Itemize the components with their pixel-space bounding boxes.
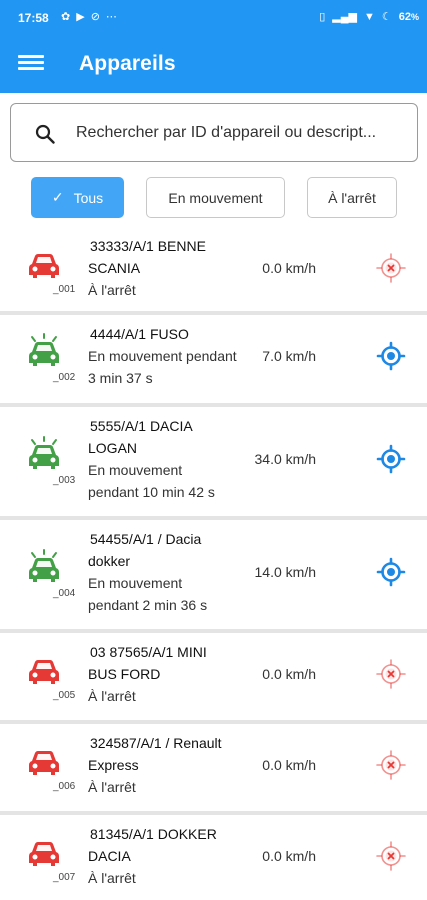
device-name-line: 33333/A/1 BENNE bbox=[90, 238, 206, 254]
filter-chip-stopped[interactable]: À l'arrêt bbox=[307, 177, 397, 218]
filter-chip-moving-label: En mouvement bbox=[168, 189, 263, 206]
device-status: À l'arrêt bbox=[88, 867, 260, 889]
device-row[interactable]: _006 324587/A/1 / Renault Express À l'arrêt… bbox=[0, 724, 427, 813]
play-notification-icon: ▶ bbox=[76, 11, 85, 23]
device-status-line: À l'arrêt bbox=[88, 870, 136, 886]
blocked-notification-icon: ⊘ bbox=[90, 11, 100, 23]
signal-icon: ▂▄▆ bbox=[332, 11, 357, 23]
device-status-line: À l'arrêt bbox=[88, 282, 136, 298]
device-speed: 0.0 km/h bbox=[262, 757, 316, 773]
device-row[interactable]: _002 4444/A/1 FUSO En mouvement pendant 3 m… bbox=[0, 315, 427, 405]
notification-icons: ✿ ▶ ⊘ ⋯ bbox=[61, 10, 117, 23]
locate-target-icon[interactable] bbox=[374, 339, 408, 373]
filter-chip-all[interactable]: ✓ Tous bbox=[31, 177, 124, 218]
device-status: À l'arrêt bbox=[88, 685, 260, 707]
hamburger-menu-icon[interactable] bbox=[18, 52, 44, 76]
device-row[interactable]: _007 81345/A/1 DOKKER DACIA À l'arrêt 0.0 km… bbox=[0, 815, 427, 900]
do-not-disturb-icon: ☾ bbox=[381, 11, 392, 23]
device-name-line: 5555/A/1 DACIA bbox=[90, 418, 193, 434]
stopped-car-icon bbox=[24, 650, 64, 690]
device-row[interactable]: _001 33333/A/1 BENNE SCANIA À l'arrêt 0.0 km… bbox=[0, 227, 427, 313]
system-icons: ▯ ▂▄▆ ▼ ☾ 62% bbox=[319, 10, 419, 24]
moving-car-icon bbox=[24, 332, 64, 372]
device-status-line: 3 min 37 s bbox=[88, 370, 153, 386]
stopped-car-icon bbox=[24, 244, 64, 284]
device-id: _005 bbox=[53, 690, 76, 701]
wifi-icon: ▼ bbox=[363, 10, 375, 23]
stopped-car-icon bbox=[24, 832, 64, 872]
moving-car-icon bbox=[24, 548, 64, 588]
device-speed: 0.0 km/h bbox=[262, 848, 316, 864]
stopped-car-icon bbox=[24, 741, 64, 781]
device-status-line: À l'arrêt bbox=[88, 779, 136, 795]
location-off-icon[interactable] bbox=[374, 657, 408, 691]
locate-target-icon[interactable] bbox=[374, 442, 408, 476]
device-id: _006 bbox=[53, 781, 76, 792]
search-icon bbox=[35, 124, 55, 144]
search-input[interactable] bbox=[76, 114, 416, 152]
location-off-icon[interactable] bbox=[374, 251, 408, 285]
device-name-line: 4444/A/1 FUSO bbox=[90, 326, 189, 342]
check-icon: ✓ bbox=[51, 189, 64, 205]
page-title: Appareils bbox=[79, 52, 176, 75]
location-off-icon[interactable] bbox=[374, 748, 408, 782]
device-speed: 14.0 km/h bbox=[254, 564, 316, 580]
battery-level: 62% bbox=[398, 10, 419, 23]
device-row[interactable]: _003 5555/A/1 DACIA LOGAN En mouvement penda… bbox=[0, 407, 427, 518]
device-status-line: pendant 2 min 36 s bbox=[88, 597, 208, 613]
status-time: 17:58 bbox=[18, 11, 49, 25]
filter-chip-stopped-label: À l'arrêt bbox=[328, 189, 376, 206]
device-status: À l'arrêt bbox=[88, 279, 260, 301]
device-status: À l'arrêt bbox=[88, 776, 260, 798]
device-status-line: pendant 10 min 42 s bbox=[88, 484, 215, 500]
filter-chip-moving[interactable]: En mouvement bbox=[146, 177, 285, 218]
device-name-line: 81345/A/1 DOKKER bbox=[90, 826, 217, 842]
device-name-line: 324587/A/1 / Renault bbox=[90, 735, 222, 751]
app-header: 17:58 ✿ ▶ ⊘ ⋯ ▯ ▂▄▆ ▼ ☾ 62% Appareils bbox=[0, 0, 427, 93]
device-name-line: 03 87565/A/1 MINI bbox=[90, 644, 207, 660]
device-id: _002 bbox=[53, 372, 76, 383]
settings-notification-icon: ✿ bbox=[61, 11, 71, 23]
device-speed: 0.0 km/h bbox=[262, 260, 316, 276]
moving-car-icon bbox=[24, 435, 64, 475]
filter-chip-all-label: Tous bbox=[73, 189, 104, 206]
device-id: _001 bbox=[53, 284, 76, 295]
more-notifications-icon: ⋯ bbox=[105, 11, 117, 23]
device-status-line: À l'arrêt bbox=[88, 688, 136, 704]
device-row[interactable]: _005 03 87565/A/1 MINI BUS FORD À l'arrêt 0.… bbox=[0, 633, 427, 722]
vibrate-icon: ▯ bbox=[319, 11, 326, 23]
locate-target-icon[interactable] bbox=[374, 555, 408, 589]
device-name-line: 54455/A/1 / Dacia bbox=[90, 531, 202, 547]
location-off-icon[interactable] bbox=[374, 839, 408, 873]
device-row[interactable]: _004 54455/A/1 / Dacia dokker En mouvement p… bbox=[0, 520, 427, 631]
device-speed: 0.0 km/h bbox=[262, 666, 316, 682]
device-id: _004 bbox=[53, 588, 76, 599]
search-bar[interactable] bbox=[10, 103, 418, 162]
device-speed: 7.0 km/h bbox=[262, 348, 316, 364]
device-id: _007 bbox=[53, 872, 76, 883]
device-id: _003 bbox=[53, 475, 76, 486]
device-speed: 34.0 km/h bbox=[254, 451, 316, 467]
status-bar: 17:58 ✿ ▶ ⊘ ⋯ ▯ ▂▄▆ ▼ ☾ 62% bbox=[0, 0, 427, 36]
device-name: 4444/A/1 FUSO bbox=[88, 323, 248, 345]
